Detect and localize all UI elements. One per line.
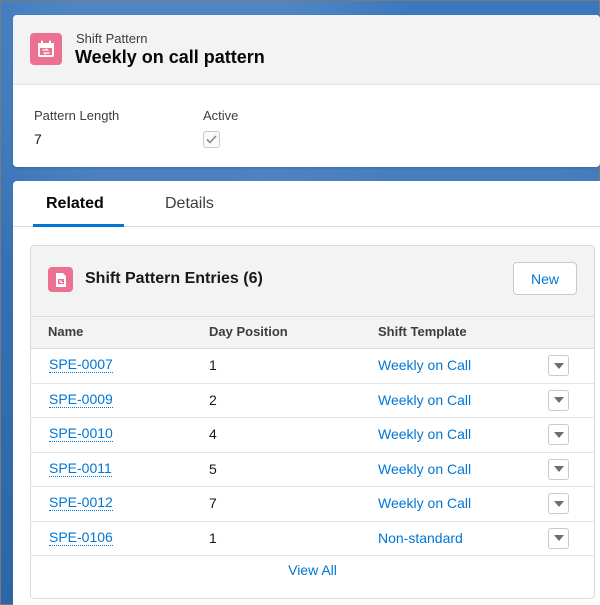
record-header: Shift Pattern Weekly on call pattern Pat…: [13, 15, 600, 167]
column-header-name[interactable]: Name: [48, 324, 83, 339]
shift-template-link[interactable]: Weekly on Call: [378, 495, 471, 511]
column-header-day-position[interactable]: Day Position: [209, 324, 288, 339]
row-actions-button[interactable]: [548, 527, 569, 549]
shift-template-link[interactable]: Weekly on Call: [378, 461, 471, 477]
column-header-shift-template[interactable]: Shift Template: [378, 324, 467, 339]
day-position-cell: 5: [209, 460, 217, 477]
chevron-down-icon: [553, 362, 564, 369]
related-list-header: Shift Pattern Entries (6) New: [31, 246, 594, 316]
page-title: Weekly on call pattern: [75, 47, 265, 67]
day-position-cell: 4: [209, 426, 217, 442]
related-list-title: Shift Pattern Entries (6): [85, 270, 263, 287]
table-row: SPE-0007 1 Weekly on Call: [31, 349, 594, 384]
tab-bar: Related Details: [13, 181, 600, 227]
pattern-length-label: Pattern Length: [34, 108, 120, 123]
shift-template-link[interactable]: Non-standard: [378, 530, 463, 546]
chevron-down-icon: [553, 466, 564, 472]
active-label: Active: [203, 108, 239, 123]
chevron-down-icon: [553, 535, 564, 541]
shift-template-link[interactable]: Weekly on Call: [378, 392, 471, 408]
table-header: Name Day Position Shift Template: [31, 316, 594, 349]
record-header-top: Shift Pattern Weekly on call pattern: [13, 15, 600, 85]
table-body: SPE-0007 1 Weekly on Call SPE-0009 2 Wee…: [31, 349, 594, 556]
table-row: SPE-0106 1 Non-standard: [31, 522, 594, 556]
day-position-cell: 1: [209, 357, 217, 373]
active-tab-indicator: [33, 224, 124, 227]
record-link[interactable]: SPE-0010: [49, 426, 113, 442]
day-position-cell: 7: [209, 495, 217, 511]
calendar-icon: [30, 33, 62, 65]
record-link[interactable]: SPE-0009: [49, 391, 113, 408]
document-icon: [48, 267, 73, 292]
related-list-card: Shift Pattern Entries (6) New Name Day P…: [30, 245, 595, 599]
row-actions-button[interactable]: [548, 493, 569, 514]
table-row: SPE-0010 4 Weekly on Call: [31, 418, 594, 453]
chevron-down-icon: [553, 397, 564, 403]
row-actions-button[interactable]: [548, 355, 569, 376]
table-row: SPE-0012 7 Weekly on Call: [31, 487, 594, 522]
shift-template-link[interactable]: Weekly on Call: [378, 426, 471, 442]
record-link[interactable]: SPE-0106: [49, 529, 113, 546]
table-row: SPE-0011 5 Weekly on Call: [31, 453, 594, 487]
record-link[interactable]: SPE-0011: [49, 460, 112, 477]
view-all-link[interactable]: View All: [31, 562, 594, 578]
record-link[interactable]: SPE-0007: [49, 357, 113, 373]
checkmark-icon: [206, 135, 217, 144]
day-position-cell: 1: [209, 529, 217, 546]
table-row: SPE-0009 2 Weekly on Call: [31, 384, 594, 418]
object-type-label: Shift Pattern: [76, 31, 148, 46]
row-actions-button[interactable]: [548, 424, 569, 445]
tab-details[interactable]: Details: [165, 195, 214, 213]
related-tabset: Related Details Shift Pattern Entries (6…: [13, 181, 600, 605]
active-checkbox: [203, 131, 220, 148]
pattern-length-value: 7: [34, 131, 42, 147]
row-actions-button[interactable]: [548, 389, 569, 411]
shift-template-link[interactable]: Weekly on Call: [378, 357, 471, 373]
day-position-cell: 2: [209, 391, 217, 408]
chevron-down-icon: [553, 431, 564, 438]
tab-related[interactable]: Related: [46, 195, 104, 213]
row-actions-button[interactable]: [548, 458, 569, 480]
chevron-down-icon: [553, 500, 564, 507]
record-link[interactable]: SPE-0012: [49, 495, 113, 511]
new-button[interactable]: New: [513, 262, 577, 295]
